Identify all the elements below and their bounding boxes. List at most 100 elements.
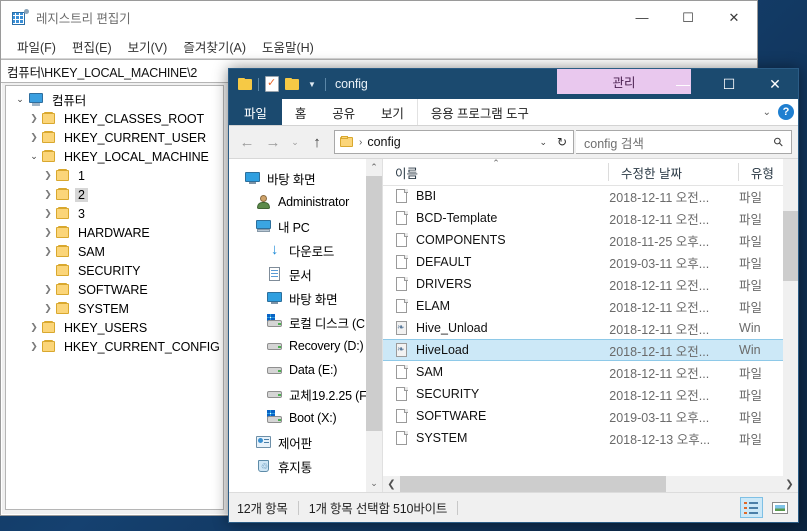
nav-item-문서[interactable]: 문서: [229, 262, 382, 286]
tab-응용-프로그램-도구[interactable]: 응용 프로그램 도구: [416, 99, 542, 125]
registry-key--[interactable]: ⌄ 컴퓨터: [6, 90, 223, 109]
breadcrumb-separator[interactable]: ›: [359, 137, 362, 148]
table-row[interactable]: BCD-Template 2018-12-11 오전... 파일: [383, 207, 798, 229]
nav-item-제어판[interactable]: 제어판: [229, 430, 382, 454]
nav-item-휴지통[interactable]: ♲ 휴지통: [229, 454, 382, 478]
properties-icon[interactable]: [262, 74, 282, 94]
table-row[interactable]: SECURITY 2018-12-11 오전... 파일: [383, 383, 798, 405]
chevron-right-icon[interactable]: ❯: [40, 303, 56, 314]
chevron-right-icon[interactable]: ❯: [40, 227, 56, 238]
details-view-button[interactable]: [740, 497, 763, 518]
registry-key-hkey-current-config[interactable]: ❯ HKEY_CURRENT_CONFIG: [6, 337, 223, 356]
regedit-menu-4[interactable]: 도움말(H): [254, 35, 322, 58]
nav-item-Boot-(X:)[interactable]: Boot (X:): [229, 406, 382, 430]
file-list-vertical-scrollbar[interactable]: [783, 159, 798, 476]
nav-item-다운로드[interactable]: ↓ 다운로드: [229, 238, 382, 262]
scroll-left-icon[interactable]: ❮: [383, 476, 400, 492]
registry-key-hkey-local-machine[interactable]: ⌄ HKEY_LOCAL_MACHINE: [6, 147, 223, 166]
refresh-icon[interactable]: ↻: [557, 135, 567, 149]
registry-key-system[interactable]: ❯ SYSTEM: [6, 299, 223, 318]
registry-key-hardware[interactable]: ❯ HARDWARE: [6, 223, 223, 242]
table-row[interactable]: SYSTEM 2018-12-13 오후... 파일: [383, 427, 798, 449]
registry-key-hkey-current-user[interactable]: ❯ HKEY_CURRENT_USER: [6, 128, 223, 147]
table-row[interactable]: SAM 2018-12-11 오전... 파일: [383, 361, 798, 383]
search-icon[interactable]: ⚲: [771, 134, 787, 150]
chevron-right-icon[interactable]: ❯: [26, 132, 42, 143]
tab-공유[interactable]: 공유: [319, 99, 368, 125]
nav-item-Data-(E:)[interactable]: Data (E:): [229, 358, 382, 382]
column-header-0[interactable]: 이름 ⌃: [383, 159, 610, 185]
chevron-down-icon[interactable]: ▼: [302, 74, 322, 94]
explorer-minimize-button[interactable]: —: [660, 69, 706, 99]
registry-key-1[interactable]: ❯ 1: [6, 166, 223, 185]
table-row[interactable]: ❧ Hive_Unload 2018-12-11 오전... Win: [383, 317, 798, 339]
navigation-scrollbar[interactable]: ⌃ ⌄: [366, 159, 382, 492]
table-row[interactable]: COMPONENTS 2018-11-25 오후... 파일: [383, 229, 798, 251]
regedit-menu-2[interactable]: 보기(V): [120, 35, 176, 58]
chevron-right-icon[interactable]: ❯: [26, 341, 42, 352]
table-row[interactable]: DEFAULT 2019-03-11 오후... 파일: [383, 251, 798, 273]
chevron-right-icon[interactable]: ❯: [26, 113, 42, 124]
search-input[interactable]: config 검색 ⚲: [576, 130, 792, 154]
tab-홈[interactable]: 홈: [282, 99, 319, 125]
breadcrumb[interactable]: › config ⌄ ↻: [334, 130, 574, 154]
registry-key-3[interactable]: ❯ 3: [6, 204, 223, 223]
explorer-close-button[interactable]: ✕: [752, 69, 798, 99]
chevron-right-icon[interactable]: ❯: [40, 284, 56, 295]
nav-item-바탕-화면[interactable]: 바탕 화면: [229, 166, 382, 190]
regedit-menu-1[interactable]: 편집(E): [64, 35, 120, 58]
chevron-down-icon[interactable]: ⌄: [539, 137, 547, 148]
navigation-scroll-track[interactable]: [366, 176, 382, 475]
breadcrumb-current[interactable]: config: [367, 135, 400, 149]
table-row[interactable]: ❧ HiveLoad 2018-12-11 오전... Win: [383, 339, 798, 361]
save-icon[interactable]: [235, 74, 255, 94]
chevron-right-icon[interactable]: ❯: [40, 246, 56, 257]
navigation-pane[interactable]: 바탕 화면 Administrator 내 PC ↓ 다운로드 문서 바탕 화면 로컬 디스크…: [229, 159, 383, 492]
file-list-horizontal-scrollbar[interactable]: ❮ ❯: [383, 476, 798, 492]
file-list-view[interactable]: 이름 ⌃ 수정한 날짜 유형 BBI 2018-12-11 오전... 파일 BCD-Tem…: [383, 159, 798, 492]
up-button[interactable]: ↑: [305, 130, 329, 154]
regedit-minimize-button[interactable]: —: [619, 1, 665, 34]
forward-button[interactable]: →: [261, 130, 285, 154]
table-row[interactable]: SOFTWARE 2019-03-11 오후... 파일: [383, 405, 798, 427]
nav-item-로컬-디스크-(C[interactable]: 로컬 디스크 (C: [229, 310, 382, 334]
chevron-down-icon[interactable]: ⌄: [26, 151, 42, 162]
table-row[interactable]: BBI 2018-12-11 오전... 파일: [383, 185, 798, 207]
chevron-right-icon[interactable]: ❯: [40, 170, 56, 181]
chevron-down-icon[interactable]: ⌄: [12, 94, 28, 105]
chevron-right-icon[interactable]: ❯: [26, 322, 42, 333]
registry-key-hkey-classes-root[interactable]: ❯ HKEY_CLASSES_ROOT: [6, 109, 223, 128]
registry-tree-pane[interactable]: ⌄ 컴퓨터 ❯ HKEY_CLASSES_ROOT ❯ HKEY_CURRENT_USER…: [5, 85, 224, 510]
explorer-maximize-button[interactable]: ☐: [706, 69, 752, 99]
chevron-right-icon[interactable]: ❯: [40, 208, 56, 219]
scroll-up-icon[interactable]: ⌃: [366, 159, 382, 176]
chevron-right-icon[interactable]: ❯: [40, 189, 56, 200]
table-row[interactable]: ELAM 2018-12-11 오전... 파일: [383, 295, 798, 317]
table-row[interactable]: DRIVERS 2018-12-11 오전... 파일: [383, 273, 798, 295]
regedit-menu-0[interactable]: 파일(F): [9, 35, 64, 58]
explorer-title-bar[interactable]: ▼ config 관리 — ☐ ✕: [229, 69, 798, 99]
regedit-close-button[interactable]: ✕: [711, 1, 757, 34]
scroll-right-icon[interactable]: ❯: [781, 476, 798, 492]
tab-파일[interactable]: 파일: [229, 99, 282, 125]
nav-item-Recovery-(D:)[interactable]: Recovery (D:): [229, 334, 382, 358]
regedit-menu-3[interactable]: 즐겨찾기(A): [175, 35, 254, 58]
nav-item-바탕-화면[interactable]: 바탕 화면: [229, 286, 382, 310]
navigation-scroll-thumb[interactable]: [366, 176, 382, 431]
registry-key-2[interactable]: ❯ 2: [6, 185, 223, 204]
column-header-1[interactable]: 수정한 날짜: [609, 159, 739, 185]
registry-key-hkey-users[interactable]: ❯ HKEY_USERS: [6, 318, 223, 337]
registry-key-security[interactable]: SECURITY: [6, 261, 223, 280]
chevron-down-icon[interactable]: ⌄: [763, 107, 771, 118]
large-icons-view-button[interactable]: [768, 497, 791, 518]
registry-key-sam[interactable]: ❯ SAM: [6, 242, 223, 261]
recent-locations-button[interactable]: ⌄: [287, 130, 303, 154]
nav-item-내-PC[interactable]: 내 PC: [229, 214, 382, 238]
nav-item-교체19.2.25-(F[interactable]: 교체19.2.25 (F: [229, 382, 382, 406]
help-icon[interactable]: ?: [778, 104, 794, 120]
scroll-down-icon[interactable]: ⌄: [366, 475, 382, 492]
nav-item-Administrator[interactable]: Administrator: [229, 190, 382, 214]
horizontal-scroll-thumb[interactable]: [400, 476, 666, 492]
regedit-maximize-button[interactable]: ☐: [665, 1, 711, 34]
regedit-title-bar[interactable]: 레지스트리 편집기 — ☐ ✕: [1, 1, 757, 34]
